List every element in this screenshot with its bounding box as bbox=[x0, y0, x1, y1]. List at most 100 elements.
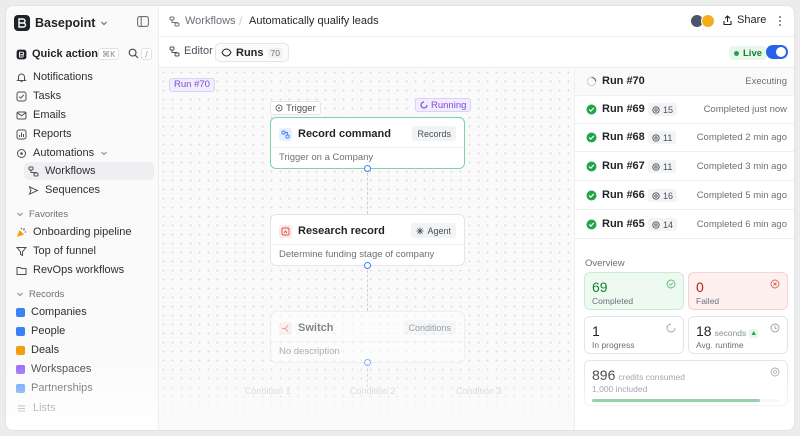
runtime-value: 18 bbox=[696, 323, 712, 339]
sidebar-item-reports[interactable]: Reports bbox=[12, 125, 154, 143]
run-row[interactable]: Run #68 11 Completed 2 min ago bbox=[575, 124, 794, 152]
tab-runs[interactable]: Runs 70 bbox=[215, 43, 289, 62]
people-icon bbox=[16, 326, 25, 336]
sidebar-item-emails[interactable]: Emails bbox=[12, 106, 154, 124]
stat-value: 1 bbox=[592, 323, 600, 339]
trigger-label-text: Trigger bbox=[286, 102, 316, 114]
run-row[interactable]: Run #66 16 Completed 5 min ago bbox=[575, 182, 794, 210]
sidebar-item-tasks[interactable]: Tasks bbox=[12, 87, 154, 105]
run-row[interactable]: Run #65 14 Completed 6 min ago bbox=[575, 211, 794, 239]
toggle-knob bbox=[776, 47, 786, 57]
credits-value: 11 bbox=[663, 161, 673, 172]
run-row[interactable]: Run #69 15 Completed just now bbox=[575, 96, 794, 124]
run-status: Completed 6 min ago bbox=[696, 219, 787, 230]
spinner-icon bbox=[666, 323, 676, 333]
share-button[interactable]: Share bbox=[722, 14, 766, 26]
credits-value: 15 bbox=[663, 104, 674, 115]
run-name: Run #66 bbox=[602, 189, 645, 201]
top-bar: Workflows / Automatically qualify leads … bbox=[159, 6, 794, 37]
run-name: Run #65 bbox=[602, 218, 645, 230]
editor-icon bbox=[169, 46, 180, 57]
node-output-port[interactable] bbox=[364, 262, 371, 269]
page-title: Automatically qualify leads bbox=[249, 15, 379, 27]
running-label: Running bbox=[431, 99, 467, 111]
companies-icon bbox=[16, 307, 25, 317]
sidebar-item-label: Tasks bbox=[33, 90, 62, 102]
record-item-people[interactable]: People bbox=[12, 322, 154, 340]
condition-label: Condition 3 bbox=[456, 386, 502, 396]
breadcrumb-separator: / bbox=[239, 14, 243, 28]
breadcrumb-workflows[interactable]: Workflows bbox=[169, 15, 236, 27]
failed-stat-card: 0 Failed bbox=[688, 272, 788, 310]
record-item-partnerships[interactable]: Partnerships bbox=[12, 379, 154, 397]
record-item-workspaces[interactable]: Workspaces bbox=[12, 360, 154, 378]
more-options-icon[interactable] bbox=[778, 15, 782, 27]
sidebar-item-workflows[interactable]: Workflows bbox=[24, 162, 154, 180]
record-item-deals[interactable]: Deals bbox=[12, 341, 154, 359]
collaborator-avatars[interactable] bbox=[690, 14, 716, 28]
sidebar-item-sequences[interactable]: Sequences bbox=[24, 181, 154, 199]
node-divider bbox=[271, 244, 464, 245]
command-icon bbox=[279, 127, 292, 141]
sidebar-item-automations[interactable]: Automations bbox=[12, 144, 154, 162]
live-toggle[interactable] bbox=[766, 45, 788, 59]
credits-unit: credits consumed bbox=[618, 372, 685, 382]
workflow-node-switch[interactable]: Switch Conditions No description bbox=[270, 311, 465, 363]
credits-value: 14 bbox=[663, 219, 674, 230]
records-label: Records bbox=[29, 288, 65, 300]
sidebar-item-label: Emails bbox=[33, 109, 67, 121]
sidebar-item-label: Notifications bbox=[33, 71, 93, 83]
stat-value: 18 seconds ▲ bbox=[696, 323, 759, 339]
favorites-section-header[interactable]: Favorites bbox=[16, 207, 68, 221]
run-row[interactable]: Run #70 Executing bbox=[575, 68, 794, 96]
record-item-companies[interactable]: Companies bbox=[12, 303, 154, 321]
check-circle-icon bbox=[586, 132, 597, 143]
check-circle-icon bbox=[586, 104, 597, 115]
record-item-lists[interactable]: Lists bbox=[12, 399, 154, 417]
run-name: Run #68 bbox=[602, 131, 645, 143]
workflow-canvas[interactable]: Run #70 Trigger Running Record command R… bbox=[159, 68, 574, 430]
node-title: Switch bbox=[298, 322, 334, 334]
credits-progress-track bbox=[592, 399, 780, 402]
favorite-item[interactable]: Onboarding pipeline bbox=[12, 223, 154, 241]
workflow-node-record-command[interactable]: Record command Records Trigger on a Comp… bbox=[270, 117, 465, 169]
quick-actions-icon bbox=[16, 49, 27, 60]
folder-icon bbox=[16, 265, 27, 276]
node-divider bbox=[271, 147, 464, 148]
workflow-node-research-record[interactable]: Research record Agent Determine funding … bbox=[270, 214, 465, 266]
credits-progress-fill bbox=[592, 399, 761, 402]
node-description: Trigger on a Company bbox=[279, 152, 374, 163]
favorite-item[interactable]: RevOps workflows bbox=[12, 261, 154, 279]
node-output-port[interactable] bbox=[364, 359, 371, 366]
run-row[interactable]: Run #67 11 Completed 3 min ago bbox=[575, 153, 794, 181]
sidebar: Basepoint Quick actions ⌘K / Notificatio… bbox=[6, 6, 159, 430]
node-output-port[interactable] bbox=[364, 165, 371, 172]
run-status: Completed 5 min ago bbox=[696, 190, 787, 201]
workflow-toolbar: Editor Runs 70 Live bbox=[159, 37, 794, 68]
tab-editor[interactable]: Editor bbox=[169, 45, 213, 57]
run-credits: 15 bbox=[648, 103, 678, 116]
trigger-icon bbox=[275, 104, 283, 112]
sidebar-item-label: Automations bbox=[33, 147, 95, 159]
run-status: Completed 2 min ago bbox=[696, 132, 787, 143]
sidebar-toggle-icon[interactable] bbox=[137, 16, 149, 27]
stat-value: 0 bbox=[696, 279, 704, 295]
trigger-label: Trigger bbox=[270, 101, 321, 115]
records-section-header[interactable]: Records bbox=[16, 287, 64, 301]
favorites-label: Favorites bbox=[29, 208, 69, 220]
check-circle-icon bbox=[586, 161, 597, 172]
run-credits: 16 bbox=[648, 189, 678, 202]
search-icon[interactable] bbox=[128, 48, 139, 59]
sidebar-item-label: Workflows bbox=[45, 165, 96, 177]
party-emoji-icon bbox=[16, 227, 27, 238]
record-label: Lists bbox=[33, 402, 56, 414]
breadcrumb-parent: Workflows bbox=[185, 15, 236, 27]
favorite-item[interactable]: Top of funnel bbox=[12, 242, 154, 260]
credits-value: 11 bbox=[663, 132, 673, 143]
workspace-switcher[interactable]: Basepoint bbox=[14, 14, 108, 32]
credits-icon bbox=[652, 220, 660, 229]
completed-stat-card: 69 Completed bbox=[584, 272, 684, 310]
sidebar-item-notifications[interactable]: Notifications bbox=[12, 68, 154, 86]
favorite-label: Top of funnel bbox=[33, 245, 96, 257]
run-name: Run #69 bbox=[602, 103, 645, 115]
